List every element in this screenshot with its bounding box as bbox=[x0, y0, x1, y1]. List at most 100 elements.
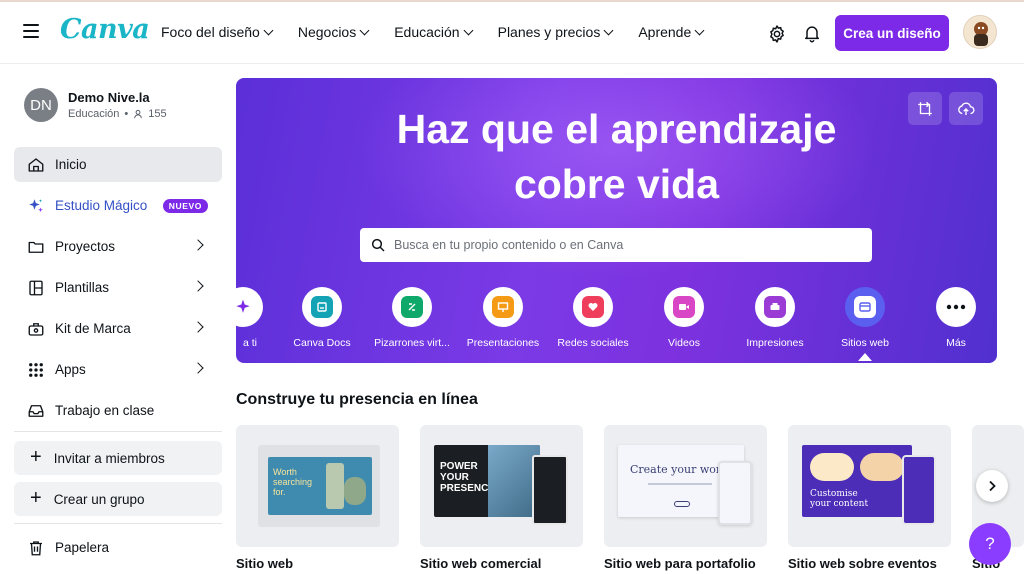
sidebar-item-magic-studio[interactable]: Estudio Mágico NUEVO bbox=[14, 188, 222, 223]
card-thumb-text: Create your world bbox=[630, 463, 732, 476]
sidebar: DN Demo Nive.la Educación • 155 Inicio E… bbox=[0, 64, 236, 574]
carousel-next-button[interactable] bbox=[976, 470, 1008, 502]
chevron-right-icon bbox=[192, 321, 204, 333]
sidebar-item-label: Estudio Mágico bbox=[55, 198, 148, 213]
sidebar-item-classwork[interactable]: Trabajo en clase bbox=[14, 393, 222, 428]
user-avatar[interactable] bbox=[963, 15, 997, 49]
search-input[interactable] bbox=[394, 238, 834, 252]
template-card-label[interactable]: Sitio web para portafolio bbox=[604, 556, 756, 571]
card-thumb: Customise your content bbox=[802, 445, 912, 517]
category-social-media[interactable]: Redes sociales bbox=[548, 287, 638, 349]
hamburger-menu-icon[interactable] bbox=[23, 24, 39, 38]
category-videos[interactable]: Videos bbox=[639, 287, 729, 349]
team-name: Demo Nive.la bbox=[68, 90, 150, 105]
invite-members-button[interactable]: + Invitar a miembros bbox=[14, 441, 222, 475]
plus-icon: + bbox=[30, 445, 42, 468]
docs-icon bbox=[311, 296, 333, 318]
presentation-glyph bbox=[497, 302, 509, 312]
category-label: Videos bbox=[668, 337, 700, 349]
sidebar-item-label: Apps bbox=[55, 362, 86, 377]
category-circle bbox=[845, 287, 885, 327]
chevron-down-icon bbox=[263, 25, 274, 35]
hero-title-line2: cobre vida bbox=[513, 161, 720, 207]
heart-glyph bbox=[588, 303, 598, 311]
search-bar[interactable] bbox=[360, 228, 872, 262]
team-profile[interactable]: DN Demo Nive.la Educación • 155 bbox=[24, 88, 167, 122]
presentation-icon bbox=[492, 296, 514, 318]
sidebar-item-trash[interactable]: Papelera bbox=[14, 530, 222, 565]
nav-label: Foco del diseño bbox=[161, 24, 260, 40]
template-card-portfolio-website[interactable]: Create your world bbox=[604, 425, 767, 547]
category-label: Impresiones bbox=[746, 337, 804, 349]
sidebar-item-home[interactable]: Inicio bbox=[14, 147, 222, 182]
template-card-events-website[interactable]: Customise your content bbox=[788, 425, 951, 547]
nav-label: Negocios bbox=[297, 24, 357, 40]
sidebar-item-label: Papelera bbox=[55, 540, 110, 555]
nav-learn[interactable]: Aprende bbox=[638, 24, 705, 40]
category-prints[interactable]: Impresiones bbox=[730, 287, 820, 349]
sidebar-item-brand-kit[interactable]: Kit de Marca bbox=[14, 311, 222, 346]
video-camera-icon bbox=[673, 296, 695, 318]
nav-label: Aprende bbox=[638, 24, 692, 40]
create-group-label: Crear un grupo bbox=[53, 491, 145, 507]
category-presentations[interactable]: Presentaciones bbox=[458, 287, 548, 349]
nav-education[interactable]: Educación bbox=[394, 24, 474, 40]
nav-design-focus[interactable]: Foco del diseño bbox=[161, 24, 274, 40]
sidebar-item-label: Trabajo en clase bbox=[55, 403, 155, 418]
card-thumb: Worth searching for. bbox=[268, 457, 372, 515]
sidebar-item-label: Kit de Marca bbox=[55, 321, 131, 336]
dot-separator: • bbox=[124, 108, 129, 120]
create-design-button[interactable]: Crea un diseño bbox=[835, 15, 949, 51]
hero-title: Haz que el aprendizaje cobre vida bbox=[236, 102, 997, 212]
chevron-down-icon bbox=[694, 25, 705, 35]
category-label-text: a ti bbox=[242, 337, 257, 349]
canva-logo[interactable]: Canva bbox=[60, 14, 150, 45]
template-card-website[interactable]: Worth searching for. bbox=[236, 425, 399, 547]
video-glyph bbox=[679, 304, 689, 310]
cloud-upload-icon bbox=[958, 102, 975, 115]
upload-button[interactable] bbox=[949, 92, 983, 125]
category-more[interactable]: Más bbox=[911, 287, 997, 349]
help-button[interactable]: ? bbox=[969, 523, 1011, 565]
category-label: Pizarrones virt... bbox=[374, 337, 450, 349]
template-card-label[interactable]: Sitio web bbox=[236, 556, 293, 571]
create-group-button[interactable]: + Crear un grupo bbox=[14, 482, 222, 516]
team-avatar: DN bbox=[24, 88, 58, 122]
template-card-label[interactable]: Sitio web sobre eventos bbox=[788, 556, 937, 571]
home-icon bbox=[27, 156, 45, 174]
nav-plans-pricing[interactable]: Planes y precios bbox=[498, 24, 614, 40]
stone-illustration bbox=[344, 477, 366, 505]
sidebar-item-apps[interactable]: Apps bbox=[14, 352, 222, 387]
resize-design-button[interactable] bbox=[908, 92, 942, 125]
chevron-right-icon bbox=[192, 362, 204, 374]
chevron-down-icon bbox=[463, 25, 474, 35]
sidebar-divider bbox=[14, 523, 222, 524]
nav-business[interactable]: Negocios bbox=[297, 24, 370, 40]
sidebar-item-label: Proyectos bbox=[55, 239, 116, 254]
more-dots-icon bbox=[946, 304, 966, 310]
category-websites[interactable]: Sitios web bbox=[820, 287, 910, 349]
resize-icon bbox=[918, 101, 932, 116]
phone-mockup bbox=[532, 455, 568, 525]
category-circle bbox=[302, 287, 342, 327]
category-circle bbox=[573, 287, 613, 327]
bell-icon[interactable] bbox=[802, 23, 822, 43]
whiteboard-glyph bbox=[408, 303, 416, 311]
plus-icon: + bbox=[30, 486, 42, 509]
sidebar-item-projects[interactable]: Proyectos bbox=[14, 229, 222, 264]
template-card-label[interactable]: Sitio web comercial bbox=[420, 556, 541, 571]
category-circle bbox=[483, 287, 523, 327]
bottle-illustration bbox=[326, 463, 344, 509]
sidebar-item-label: Plantillas bbox=[55, 280, 110, 295]
main-nav: Foco del diseño Negocios Educación Plane… bbox=[161, 24, 729, 40]
sidebar-item-templates[interactable]: Plantillas bbox=[14, 270, 222, 305]
category-whiteboards[interactable]: Pizarrones virt... bbox=[367, 287, 457, 349]
gear-icon[interactable] bbox=[767, 24, 787, 44]
category-canva-docs[interactable]: Canva Docs bbox=[277, 287, 367, 349]
template-card-business-website[interactable]: POWER YOUR PRESENCE bbox=[420, 425, 583, 547]
hero-banner: Haz que el aprendizaje cobre vida a ti C… bbox=[236, 78, 997, 363]
avatar-illustration bbox=[974, 22, 988, 46]
top-header: Canva Foco del diseño Negocios Educación… bbox=[0, 2, 1024, 64]
category-circle bbox=[936, 287, 976, 327]
search-icon bbox=[371, 238, 385, 252]
